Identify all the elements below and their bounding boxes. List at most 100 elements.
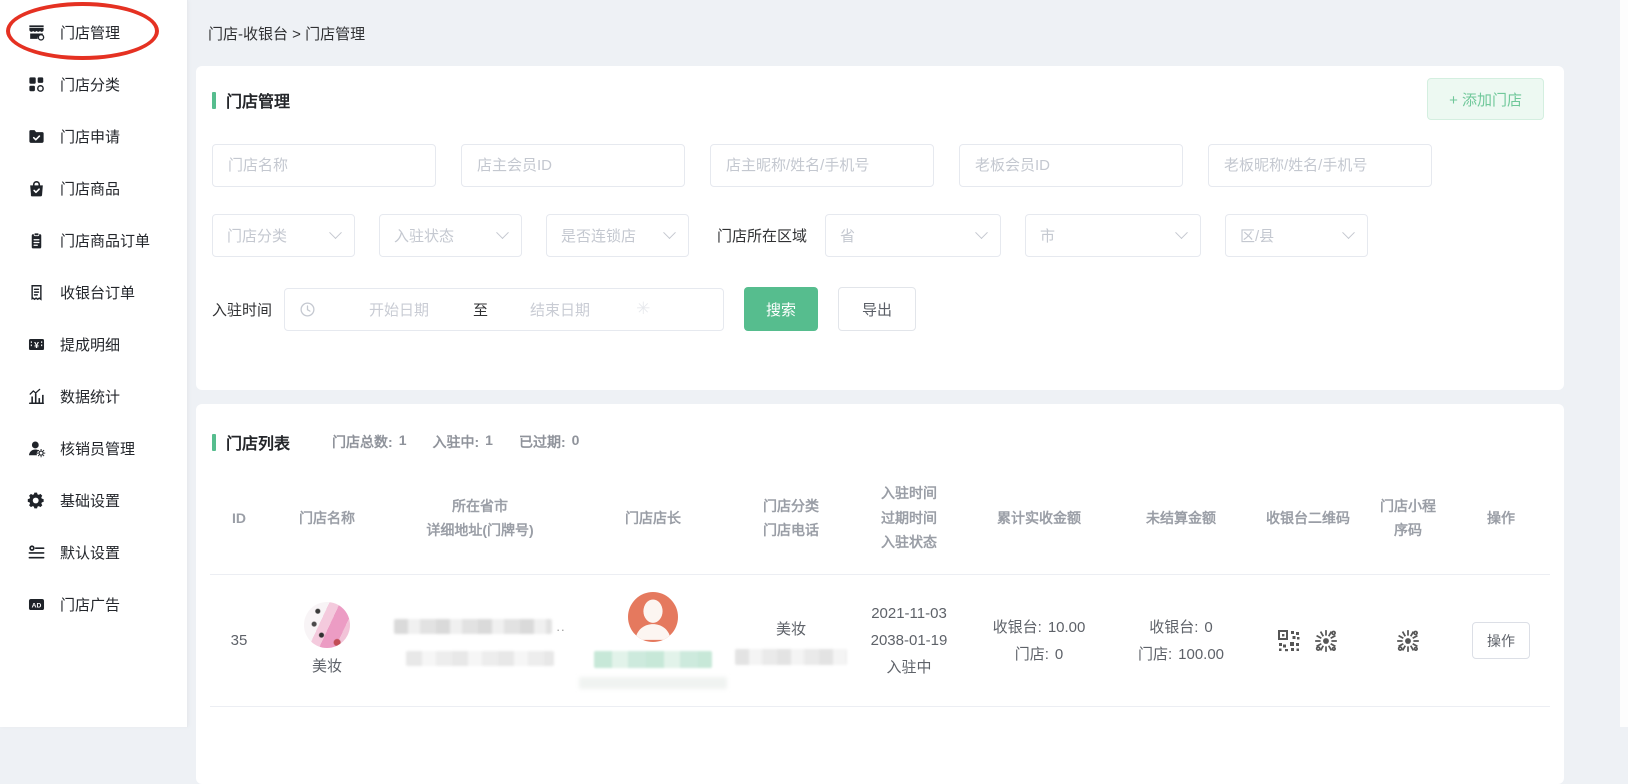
row-action-button[interactable]: 操作 — [1472, 622, 1530, 659]
sidebar: 门店管理 门店分类 门店申请 门店商品 门店商品订单 — [0, 0, 188, 727]
entry-status: 入驻中 — [886, 654, 931, 681]
address-ellipsis: .. — [556, 615, 565, 638]
cell-received-amount: 收银台:10.00 门店:0 — [968, 614, 1110, 668]
store-name-text: 美妆 — [312, 653, 342, 680]
main-content: 门店-收银台 > 门店管理 门店管理 + 添加门店 门店分类 — [188, 0, 1628, 727]
sidebar-item-store-application[interactable]: 门店申请 — [0, 110, 187, 162]
boss-nickname-input[interactable] — [1208, 144, 1432, 187]
manager-avatar[interactable] — [628, 592, 678, 642]
sidebar-item-cashier-orders[interactable]: 收银台订单 — [0, 266, 187, 318]
chevron-down-icon — [1342, 226, 1355, 239]
store-table: ID 门店名称 所在省市 详细地址(门牌号) 门店店长 门店分类 门店电话 入驻… — [210, 462, 1550, 707]
sidebar-item-basic-settings[interactable]: 基础设置 — [0, 474, 187, 526]
sidebar-item-label: 默认设置 — [60, 542, 120, 563]
filter-row-2: 门店分类 入驻状态 是否连锁店 门店所在区域 省 市 — [212, 214, 1564, 257]
city-select[interactable]: 市 — [1025, 214, 1201, 257]
miniprogram-code-icon[interactable] — [1395, 628, 1421, 654]
breadcrumb-text: 门店-收银台 > 门店管理 — [208, 23, 365, 44]
spinner-icon: ✳ — [636, 299, 650, 319]
miniprogram-code-icon[interactable] — [1313, 628, 1339, 654]
store-list-panel: 门店列表 门店总数:1 入驻中:1 已过期:0 ID — [196, 404, 1564, 784]
sidebar-item-label: 门店分类 — [60, 74, 120, 95]
store-category-select[interactable]: 门店分类 — [212, 214, 355, 257]
header-category-phone: 门店分类 门店电话 — [732, 494, 850, 543]
sidebar-item-verifier-management[interactable]: 核销员管理 — [0, 422, 187, 474]
redacted-manager-subline — [579, 677, 727, 689]
header-entry-time: 入驻时间 过期时间 入驻状态 — [850, 481, 968, 555]
scrollbar-track[interactable] — [1620, 0, 1628, 727]
chevron-down-icon — [1175, 226, 1188, 239]
storefront-icon — [27, 23, 46, 42]
start-date-placeholder[interactable]: 开始日期 — [369, 299, 429, 320]
sidebar-item-default-settings[interactable]: 默认设置 — [0, 526, 187, 578]
table-header-row: ID 门店名称 所在省市 详细地址(门牌号) 门店店长 门店分类 门店电话 入驻… — [210, 462, 1550, 574]
sidebar-item-label: 收银台订单 — [60, 282, 135, 303]
receipt-icon — [27, 283, 46, 302]
qr-code-icon[interactable] — [1277, 629, 1301, 653]
sidebar-item-label: 核销员管理 — [60, 438, 135, 459]
title-accent-bar — [212, 92, 216, 109]
bar-chart-icon — [27, 387, 46, 406]
owner-nickname-input[interactable] — [710, 144, 934, 187]
export-button[interactable]: 导出 — [838, 287, 916, 331]
sidebar-item-label: 门店商品 — [60, 178, 120, 199]
list-stats: 门店总数:1 入驻中:1 已过期:0 — [332, 432, 605, 452]
bag-check-icon — [27, 179, 46, 198]
search-button[interactable]: 搜索 — [744, 287, 818, 331]
owner-member-id-input[interactable] — [461, 144, 685, 187]
entry-status-select[interactable]: 入驻状态 — [379, 214, 522, 257]
entry-time-label: 入驻时间 — [212, 299, 272, 320]
cell-actions: 操作 — [1452, 622, 1550, 659]
stat-total: 门店总数:1 — [332, 432, 406, 452]
cell-miniprogram-code — [1364, 628, 1452, 654]
sidebar-item-commission-detail[interactable]: ¥ 提成明细 — [0, 318, 187, 370]
sidebar-item-data-statistics[interactable]: 数据统计 — [0, 370, 187, 422]
sidebar-item-label: 提成明细 — [60, 334, 120, 355]
date-range-picker[interactable]: 开始日期 至 结束日期 ✳ — [284, 288, 724, 331]
folder-check-icon — [27, 127, 46, 146]
filter-row-3: 入驻时间 开始日期 至 结束日期 ✳ 搜索 导出 — [212, 287, 1564, 331]
header-manager: 门店店长 — [574, 506, 732, 531]
panel-title: 门店管理 — [212, 88, 290, 112]
expire-date: 2038-01-19 — [871, 627, 948, 654]
sidebar-item-store-goods[interactable]: 门店商品 — [0, 162, 187, 214]
category-text: 美妆 — [776, 616, 806, 643]
ad-icon: AD — [27, 595, 46, 614]
sidebar-item-label: 门店申请 — [60, 126, 120, 147]
list-title: 门店列表 — [212, 430, 290, 454]
add-store-button[interactable]: + 添加门店 — [1427, 78, 1544, 120]
cell-cashier-qrcode — [1252, 628, 1364, 654]
chevron-down-icon — [496, 226, 509, 239]
header-actions: 操作 — [1452, 506, 1550, 531]
store-admin-app: 门店管理 门店分类 门店申请 门店商品 门店商品订单 — [0, 0, 1628, 727]
header-address: 所在省市 详细地址(门牌号) — [386, 494, 574, 543]
svg-text:AD: AD — [32, 602, 42, 609]
header-id: ID — [210, 506, 268, 531]
header-received-amount: 累计实收金额 — [968, 506, 1110, 531]
province-select[interactable]: 省 — [825, 214, 1001, 257]
cell-store-name: 美妆 — [268, 602, 386, 680]
header-cashier-qrcode: 收银台二维码 — [1252, 506, 1364, 531]
sidebar-item-store-category[interactable]: 门店分类 — [0, 58, 187, 110]
sidebar-item-store-management[interactable]: 门店管理 — [0, 6, 187, 58]
boss-member-id-input[interactable] — [959, 144, 1183, 187]
join-date: 2021-11-03 — [871, 600, 947, 627]
region-label: 门店所在区域 — [717, 225, 807, 246]
sidebar-item-label: 门店管理 — [60, 22, 120, 43]
breadcrumb: 门店-收银台 > 门店管理 — [188, 0, 1628, 66]
chain-store-select[interactable]: 是否连锁店 — [546, 214, 689, 257]
stat-active: 入驻中:1 — [432, 432, 492, 452]
store-avatar[interactable] — [304, 602, 350, 648]
sidebar-item-store-ads[interactable]: AD 门店广告 — [0, 578, 187, 630]
sidebar-item-store-goods-orders[interactable]: 门店商品订单 — [0, 214, 187, 266]
header-store-name: 门店名称 — [268, 506, 386, 531]
table-row: 35 美妆 .. — [210, 574, 1550, 707]
district-select[interactable]: 区/县 — [1225, 214, 1368, 257]
chevron-down-icon — [975, 226, 988, 239]
sidebar-item-label: 数据统计 — [60, 386, 120, 407]
store-name-input[interactable] — [212, 144, 436, 187]
sidebar-item-label: 基础设置 — [60, 490, 120, 511]
store-management-panel: 门店管理 + 添加门店 门店分类 入驻状态 — [196, 66, 1564, 390]
end-date-placeholder[interactable]: 结束日期 — [530, 299, 590, 320]
gear-icon — [27, 491, 46, 510]
